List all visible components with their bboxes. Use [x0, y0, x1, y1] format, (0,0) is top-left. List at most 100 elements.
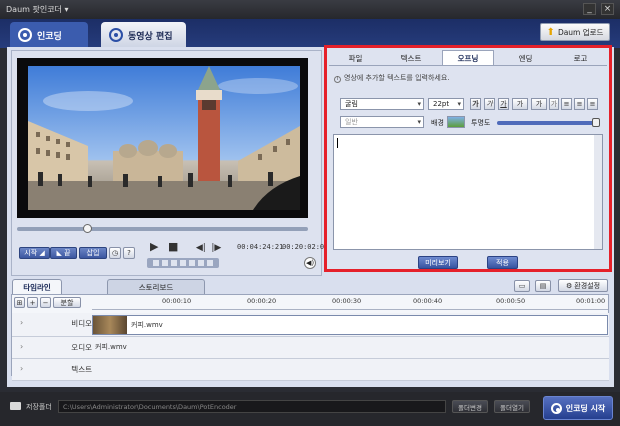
background-label: 배경 — [431, 119, 444, 127]
film-reel-icon — [550, 402, 562, 414]
opening-text-input[interactable] — [333, 134, 603, 250]
mark-start-button[interactable]: 시작 ◢ — [19, 247, 50, 259]
save-path-field[interactable]: C:\Users\Administrator\Documents\Daum\Po… — [58, 400, 446, 413]
text-scrollbar[interactable] — [594, 135, 602, 249]
zoom-in-icon[interactable]: + — [27, 297, 38, 308]
film-reel-icon — [109, 28, 123, 42]
opacity-slider[interactable] — [497, 121, 598, 125]
opacity-label: 투명도 — [471, 119, 491, 127]
background-picker[interactable] — [447, 116, 465, 128]
track-name: 오디오 — [71, 343, 92, 352]
ruler-tick: 00:00:20 — [247, 297, 277, 305]
speaker-icon[interactable]: ◀) — [304, 257, 316, 269]
next-frame-icon[interactable]: |▶ — [211, 243, 221, 253]
open-folder-button[interactable]: 폴더열기 — [494, 400, 530, 413]
style-select[interactable]: 일반 — [340, 116, 424, 128]
upload-arrow-icon: ⬆ — [546, 26, 555, 38]
fit-icon[interactable]: ⊞ — [14, 297, 25, 308]
align-left-button[interactable]: ≡ — [561, 98, 572, 110]
clip-name: 커피.wmv — [95, 343, 127, 351]
start-encoding-label: 인코딩 시작 — [565, 403, 606, 413]
preview-button[interactable]: 미리보기 — [418, 256, 458, 269]
text-cursor — [337, 138, 338, 148]
film-icon[interactable]: ▭ — [514, 280, 530, 292]
prev-frame-icon[interactable]: ◀| — [196, 243, 206, 253]
tab-storyboard[interactable]: 스토리보드 — [107, 279, 205, 294]
text-color-button[interactable]: 가 — [512, 98, 528, 110]
piazza-scene-illustration — [28, 66, 300, 210]
timeline-zoom-tools: ⊞ + − 분할 — [14, 297, 81, 308]
trash-icon[interactable]: ▤ — [535, 280, 551, 292]
tab-divider — [329, 65, 607, 66]
mark-end-button[interactable]: ◣ 끝 — [50, 247, 77, 259]
tab-opening[interactable]: 오프닝 — [442, 50, 494, 66]
track-name: 텍스트 — [71, 365, 92, 374]
daum-upload-label: Daum 업로드 — [557, 27, 604, 37]
insert-button[interactable]: 삽입 — [79, 247, 107, 259]
play-icon[interactable]: ▶ — [150, 240, 158, 253]
seek-handle[interactable] — [83, 224, 92, 233]
tab-encoding-label: 인코딩 — [37, 31, 62, 42]
top-nav-bar — [0, 19, 620, 48]
window-title: Daum 팟인코더 ▾ — [6, 5, 69, 14]
app-window: Daum 팟인코더 ▾ _ × 인코딩 동영상 편집 ⬆ Daum 업로드 시작… — [0, 0, 620, 426]
folder-icon — [10, 402, 21, 410]
track-text[interactable]: › 텍스트 — [12, 359, 609, 381]
tab-encoding[interactable]: 인코딩 — [10, 22, 88, 48]
clock-icon[interactable]: ◷ — [109, 247, 121, 259]
total-time: 00:20:02:05 — [282, 243, 329, 251]
tab-ending[interactable]: 엔딩 — [501, 50, 550, 66]
video-preview-image — [28, 66, 300, 210]
ruler-tick: 00:00:50 — [496, 297, 526, 305]
tab-logo[interactable]: 로고 — [556, 50, 605, 66]
settings-button[interactable]: ⚙ 환경설정 — [558, 279, 608, 292]
underline-button[interactable]: 가 — [498, 98, 509, 110]
italic-button[interactable]: 가 — [484, 98, 495, 110]
seek-bar[interactable] — [17, 227, 308, 231]
video-clip[interactable]: 커피.wmv — [92, 315, 608, 335]
align-right-button[interactable]: ≡ — [587, 98, 598, 110]
zoom-out-icon[interactable]: − — [40, 297, 51, 308]
ruler-tick: 00:00:40 — [413, 297, 443, 305]
film-reel-icon — [18, 28, 32, 42]
title-bar: Daum 팟인코더 ▾ _ × — [0, 0, 620, 19]
current-time: 00:04:24:21 — [237, 243, 284, 251]
font-size-select[interactable]: 22pt — [428, 98, 464, 110]
bold-button[interactable]: 가 — [470, 98, 481, 110]
split-button[interactable]: 분할 — [53, 297, 81, 308]
playback-controls: ▶ ■ ◀| |▶ — [150, 240, 221, 253]
ruler-tick: 00:00:10 — [162, 297, 192, 305]
settings-label: 환경설정 — [574, 281, 601, 290]
tab-video-edit-label: 동영상 편집 — [128, 31, 173, 42]
gear-icon: ⚙ — [565, 281, 573, 290]
minimize-button[interactable]: _ — [583, 3, 596, 15]
font-select[interactable]: 굴림 — [340, 98, 424, 110]
track-video[interactable]: › 비디오 커피.wmv — [12, 313, 609, 337]
outline-color-button[interactable]: 가 — [531, 98, 547, 110]
track-name: 비디오 — [71, 319, 92, 328]
help-button[interactable]: ? — [123, 247, 135, 259]
track-audio[interactable]: › 오디오 커피.wmv — [12, 337, 609, 359]
change-folder-button[interactable]: 폴더변경 — [452, 400, 488, 413]
clip-thumbnail — [93, 316, 127, 334]
opacity-handle[interactable] — [592, 118, 600, 127]
hint-label: 영상에 추가할 텍스트를 입력하세요. — [344, 74, 450, 82]
shadow-button[interactable]: 가 — [549, 98, 559, 110]
tab-timeline[interactable]: 타임라인 — [12, 279, 62, 294]
ruler-tick: 00:01:00 — [576, 297, 606, 305]
close-button[interactable]: × — [601, 3, 614, 15]
frame-step-bar[interactable] — [147, 258, 219, 268]
clip-name: 커피.wmv — [131, 321, 163, 329]
apply-button[interactable]: 적용 — [487, 256, 518, 269]
info-icon: i — [334, 76, 341, 83]
tab-text[interactable]: 텍스트 — [386, 50, 436, 66]
tab-video-edit[interactable]: 동영상 편집 — [101, 22, 186, 48]
start-encoding-button[interactable]: 인코딩 시작 — [543, 396, 613, 420]
ruler-tick: 00:00:30 — [332, 297, 362, 305]
stop-icon[interactable]: ■ — [168, 240, 178, 253]
align-center-button[interactable]: ≡ — [574, 98, 585, 110]
tab-file[interactable]: 파일 — [331, 50, 380, 66]
save-folder-label: 저장폴더 — [26, 403, 52, 411]
hint-text: i 영상에 추가할 텍스트를 입력하세요. — [334, 73, 450, 83]
daum-upload-button[interactable]: ⬆ Daum 업로드 — [540, 23, 610, 41]
